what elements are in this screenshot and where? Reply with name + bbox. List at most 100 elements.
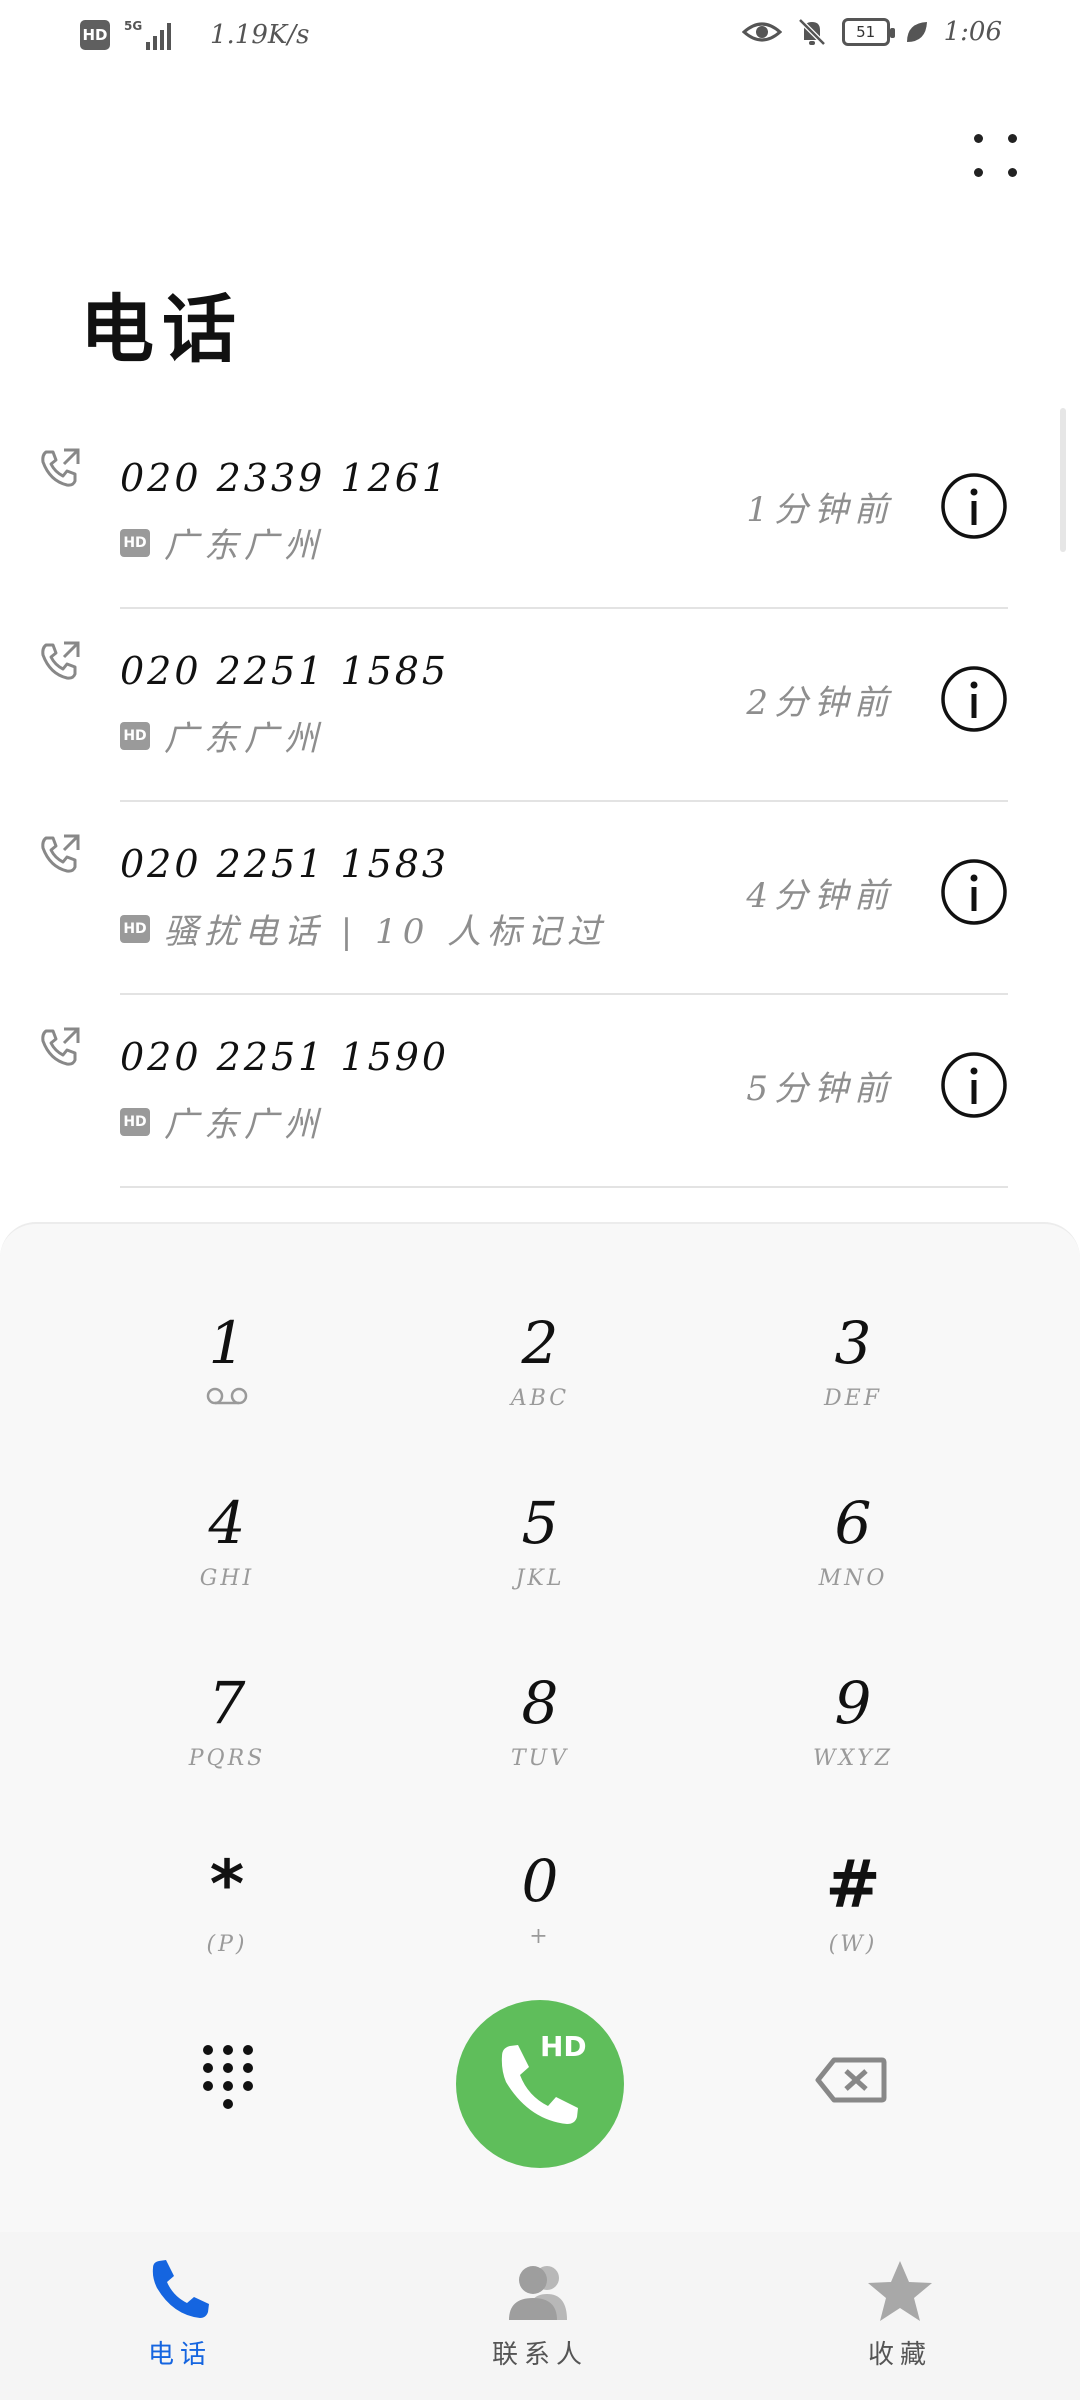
call-subline: HD 广东广州 [120, 711, 324, 760]
key-letters: MNO [818, 1566, 888, 1591]
call-time: 4分钟前 [746, 876, 894, 916]
status-bar: HD 5G 1.19K/s 51 1:06 [0, 0, 1080, 76]
battery-icon: 51 [841, 18, 895, 46]
info-icon[interactable] [940, 665, 1008, 733]
call-location: 广东广州 [164, 719, 324, 759]
more-dot [1008, 134, 1017, 143]
more-dot [974, 168, 983, 177]
network-speed: 1.19K/s [210, 20, 310, 50]
dialpad-toggle-icon[interactable] [196, 2040, 260, 2120]
call-log-row[interactable]: 020 2339 1261 HD 广东广州 1分钟前 [0, 416, 1080, 609]
call-button[interactable]: HD [456, 2000, 624, 2168]
dial-key-1[interactable]: 1 [102, 1300, 352, 1450]
status-left: HD 5G 1.19K/s [80, 18, 309, 52]
dial-key-star[interactable]: * (P) [102, 1838, 352, 1988]
dial-key-5[interactable]: 5 JKL [415, 1480, 665, 1630]
key-digit: 0 [521, 1847, 559, 1915]
dial-key-hash[interactable]: # (W) [728, 1838, 978, 1988]
dial-key-9[interactable]: 9 WXYZ [728, 1660, 978, 1810]
battery-level: 51 [856, 23, 876, 41]
key-letters: GHI [199, 1566, 255, 1591]
outgoing-call-icon [41, 834, 80, 873]
more-options-button[interactable] [968, 128, 1024, 184]
nav-tab-contacts[interactable]: 联系人 [440, 2232, 640, 2400]
call-location: 骚扰电话 | 10 人标记过 [164, 912, 608, 952]
call-log-list: 020 2339 1261 HD 广东广州 1分钟前 020 2251 1585… [0, 416, 1080, 1188]
nav-tab-phone[interactable]: 电话 [80, 2232, 280, 2400]
call-location: 广东广州 [164, 526, 324, 566]
key-digit: 5 [521, 1489, 559, 1557]
key-digit: 4 [208, 1489, 246, 1557]
call-time: 1分钟前 [746, 490, 894, 530]
key-letters: WXYZ [812, 1746, 894, 1771]
call-subline: HD 广东广州 [120, 1097, 324, 1146]
nav-label: 收藏 [867, 2340, 932, 2370]
key-letters: DEF [824, 1386, 882, 1411]
key-letters: (W) [828, 1932, 878, 1957]
dial-key-6[interactable]: 6 MNO [728, 1480, 978, 1630]
phone-icon [152, 2260, 209, 2318]
dial-key-3[interactable]: 3 DEF [728, 1300, 978, 1450]
divider [120, 1186, 1008, 1188]
dial-key-7[interactable]: 7 PQRS [102, 1660, 352, 1810]
call-subline: HD 广东广州 [120, 518, 324, 567]
call-log-row[interactable]: 020 2251 1590 HD 广东广州 5分钟前 [0, 995, 1080, 1188]
contacts-icon [509, 2266, 567, 2320]
key-digit: 6 [834, 1489, 872, 1557]
call-hd-badge: HD [540, 2030, 587, 2063]
call-location: 广东广州 [164, 1105, 324, 1145]
hd-badge: HD [120, 914, 150, 943]
key-digit: 3 [834, 1309, 872, 1377]
nav-label: 电话 [147, 2340, 212, 2370]
call-time: 5分钟前 [746, 1069, 894, 1109]
more-dots-icon [974, 134, 983, 143]
signal-label: 5G [124, 19, 142, 33]
key-digit: * [209, 1846, 245, 1923]
dial-key-4[interactable]: 4 GHI [102, 1480, 352, 1630]
key-digit: 9 [834, 1669, 872, 1737]
status-right: 51 1:06 [741, 16, 1002, 48]
hd-badge: HD [120, 721, 150, 750]
call-number: 020 2251 1585 [120, 649, 450, 693]
bell-muted-icon [797, 18, 826, 46]
outgoing-call-icon [41, 1027, 80, 1066]
eye-comfort-icon [741, 22, 782, 42]
leaf-power-saving-icon [906, 22, 927, 42]
key-digit: 7 [208, 1669, 246, 1737]
hd-badge: HD [120, 528, 150, 557]
key-letters: JKL [515, 1566, 565, 1591]
nav-tab-favorites[interactable]: 收藏 [800, 2232, 1000, 2400]
call-subline: HD 骚扰电话 | 10 人标记过 [120, 904, 607, 953]
voicemail-icon [206, 1387, 248, 1405]
call-log-row[interactable]: 020 2251 1583 HD 骚扰电话 | 10 人标记过 4分钟前 [0, 802, 1080, 995]
key-letters: TUV [510, 1746, 570, 1771]
bottom-navigation: 电话 联系人 收藏 [0, 2232, 1080, 2400]
backspace-icon[interactable] [814, 2054, 888, 2106]
outgoing-call-icon [41, 448, 80, 487]
nav-label: 联系人 [491, 2340, 588, 2370]
key-digit: # [825, 1846, 881, 1923]
cellular-signal-icon: 5G [124, 19, 171, 50]
page-title: 电话 [80, 287, 244, 373]
key-digit: 2 [521, 1309, 559, 1377]
key-digit: 8 [521, 1669, 559, 1737]
hd-badge: HD [120, 1107, 150, 1136]
info-icon[interactable] [940, 472, 1008, 540]
call-log-row[interactable]: 020 2251 1585 HD 广东广州 2分钟前 [0, 609, 1080, 802]
clock: 1:06 [943, 17, 1002, 47]
more-dot [1008, 168, 1017, 177]
key-letters: + [529, 1924, 551, 1949]
info-icon[interactable] [940, 858, 1008, 926]
dial-key-8[interactable]: 8 TUV [415, 1660, 665, 1810]
call-number: 020 2251 1583 [120, 842, 450, 886]
dial-key-0[interactable]: 0 + [415, 1838, 665, 1988]
key-letters: (P) [206, 1932, 248, 1957]
call-number: 020 2251 1590 [120, 1035, 450, 1079]
outgoing-call-icon [41, 641, 80, 680]
key-letters: ABC [510, 1386, 570, 1411]
info-icon[interactable] [940, 1051, 1008, 1119]
star-icon [868, 2261, 932, 2321]
dial-key-2[interactable]: 2 ABC [415, 1300, 665, 1450]
call-number: 020 2339 1261 [120, 456, 450, 500]
key-digit: 1 [208, 1309, 246, 1377]
